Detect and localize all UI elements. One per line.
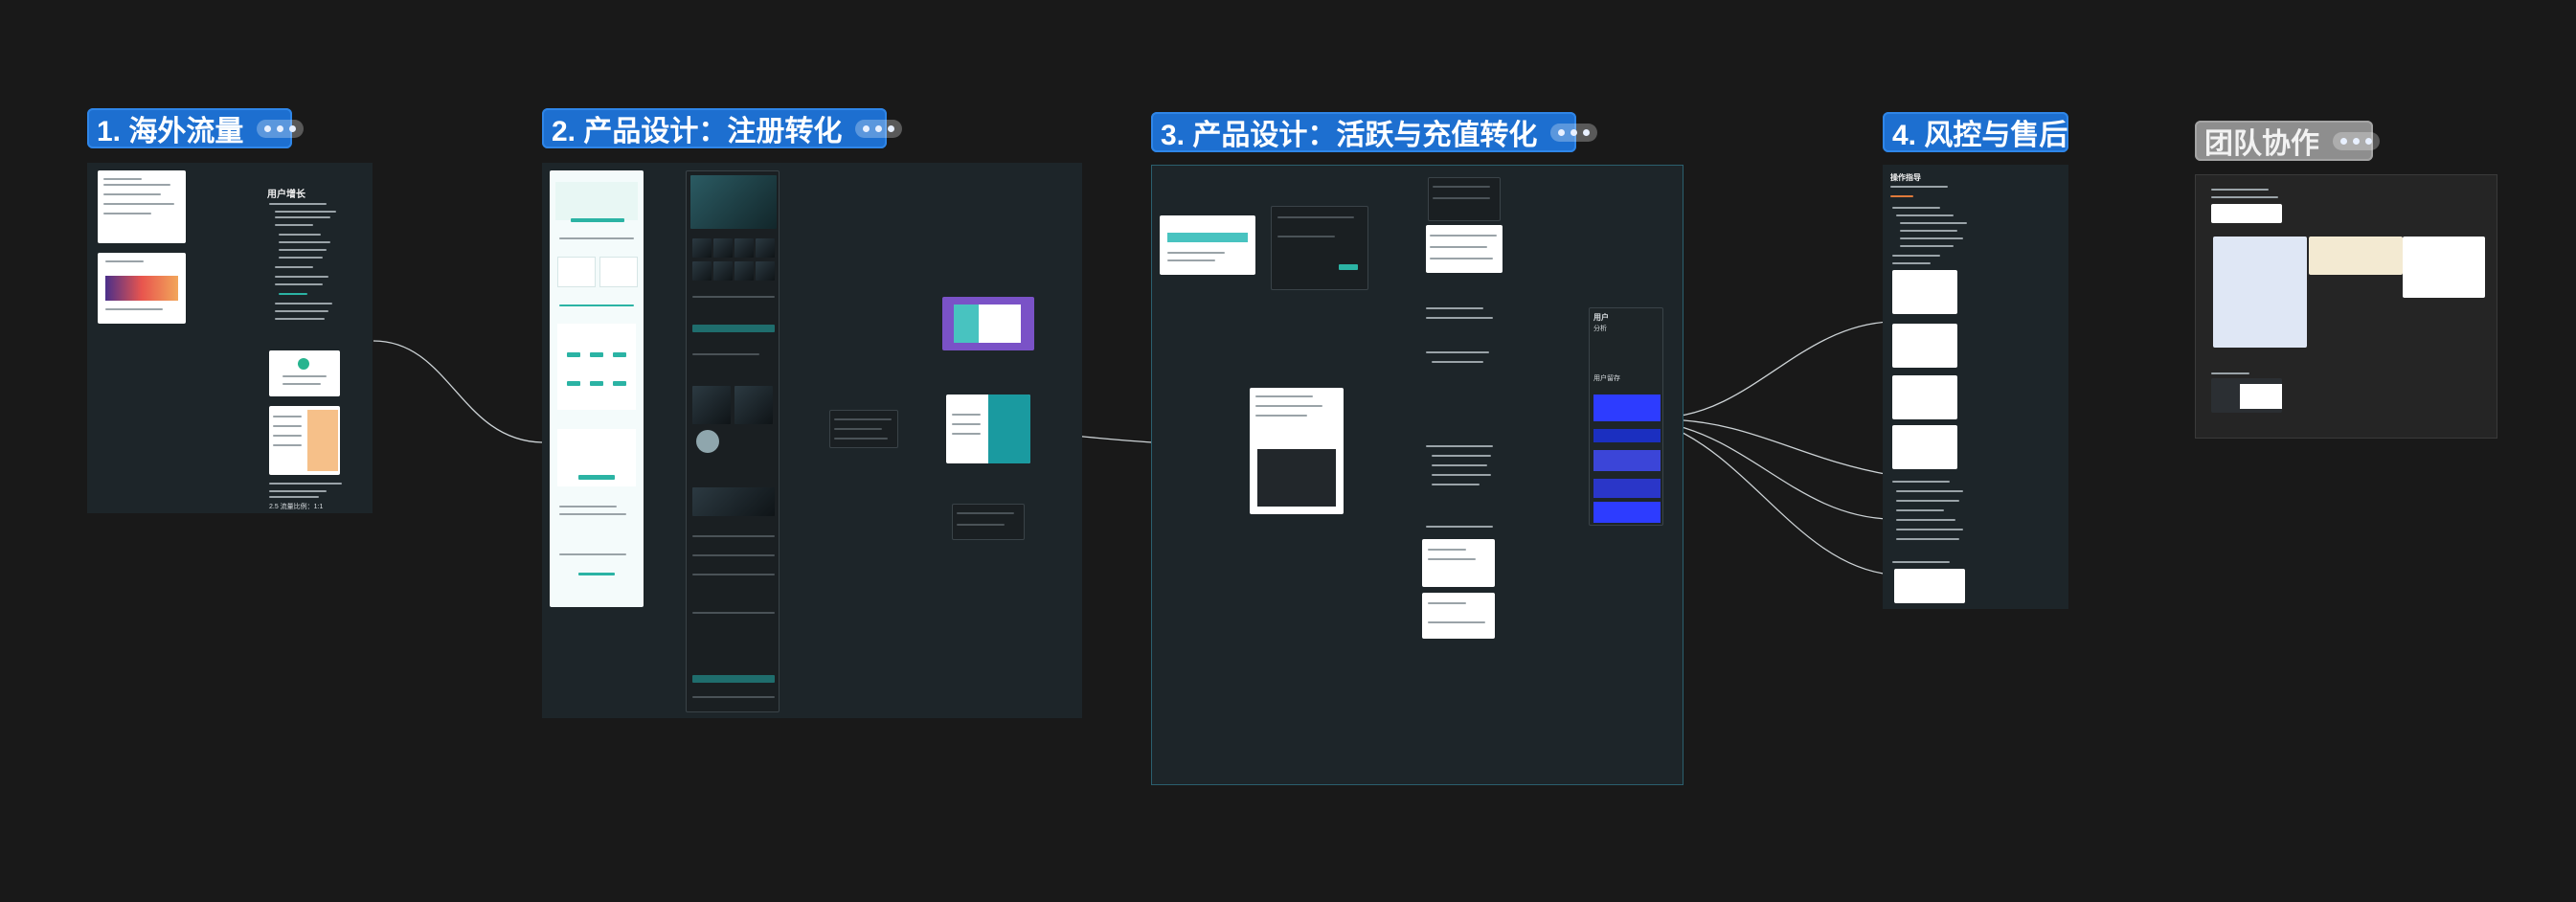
section-title-1[interactable]: 1. 海外流量: [87, 108, 305, 148]
panel-subtitle: 用户留存: [1593, 375, 1620, 382]
bottom-note: 2.5 流量比例：1:1: [269, 504, 324, 510]
screenshot-card[interactable]: [1422, 539, 1495, 587]
section-title-2[interactable]: 2. 产品设计：注册转化: [542, 108, 903, 148]
purple-screenshot[interactable]: [942, 297, 1034, 350]
section-title-label: 团队协作: [2204, 128, 2319, 160]
section-title-3[interactable]: 3. 产品设计：活跃与充值转化: [1151, 112, 1598, 152]
section-frame-2: [542, 163, 1082, 718]
code-screenshot[interactable]: [1250, 388, 1344, 514]
section-frame-4: 操作指导: [1883, 165, 2068, 609]
screenshot-card[interactable]: [98, 170, 186, 243]
screenshot-card[interactable]: [2213, 237, 2307, 348]
more-dots-icon[interactable]: [2333, 131, 2380, 150]
screenshot-card[interactable]: [1892, 375, 1957, 419]
modal-screenshot[interactable]: [829, 410, 898, 448]
more-dots-icon[interactable]: [257, 119, 305, 138]
screenshot-card[interactable]: [2403, 237, 2485, 298]
screenshot-card[interactable]: [98, 253, 186, 324]
panel-subtitle: 分析: [1593, 326, 1607, 332]
screenshot-card[interactable]: [2211, 378, 2282, 413]
more-dots-icon[interactable]: [1550, 123, 1598, 142]
section-frame-3: 用户 分析 用户留存: [1151, 165, 1683, 785]
screenshot-card[interactable]: [269, 406, 340, 475]
screenshot-card[interactable]: [2309, 237, 2403, 275]
screenshot-card[interactable]: [1271, 206, 1368, 290]
dark-landing-screenshot[interactable]: [686, 170, 780, 712]
section-title-5[interactable]: 团队协作: [2195, 121, 2380, 161]
section-title-label: 1. 海外流量: [97, 116, 244, 147]
landing-page-screenshot[interactable]: [550, 170, 644, 607]
screenshot-card[interactable]: [1892, 425, 1957, 469]
screenshot-card[interactable]: [2211, 204, 2282, 223]
note-title: 用户增长: [267, 190, 305, 200]
section-frame-5: [2195, 174, 2497, 439]
screenshot-card[interactable]: [1426, 225, 1503, 273]
more-dots-icon[interactable]: [855, 119, 903, 138]
screenshot-card[interactable]: [269, 350, 340, 396]
screenshot-card[interactable]: [1422, 593, 1495, 639]
screenshot-card[interactable]: [1160, 215, 1255, 275]
screenshot-card[interactable]: [1894, 569, 1965, 603]
screenshot-card[interactable]: [1428, 177, 1501, 221]
section-title-4[interactable]: 4. 风控与售后: [1883, 112, 2068, 152]
analytics-panel[interactable]: 用户 分析 用户留存: [1589, 307, 1663, 526]
section-title-label: 2. 产品设计：注册转化: [552, 116, 843, 147]
panel-title: 用户: [1593, 313, 1609, 322]
screenshot-card[interactable]: [1892, 270, 1957, 314]
screenshot-card[interactable]: [1892, 324, 1957, 368]
signup-screenshot[interactable]: [946, 395, 1030, 463]
note-title: 操作指导: [1890, 173, 1921, 182]
small-screenshot[interactable]: [952, 504, 1025, 540]
section-title-label: 4. 风控与售后: [1892, 120, 2068, 151]
section-frame-1: 用户增长 2.5 流量比例：1:1: [87, 163, 373, 513]
section-title-label: 3. 产品设计：活跃与充值转化: [1161, 120, 1538, 151]
